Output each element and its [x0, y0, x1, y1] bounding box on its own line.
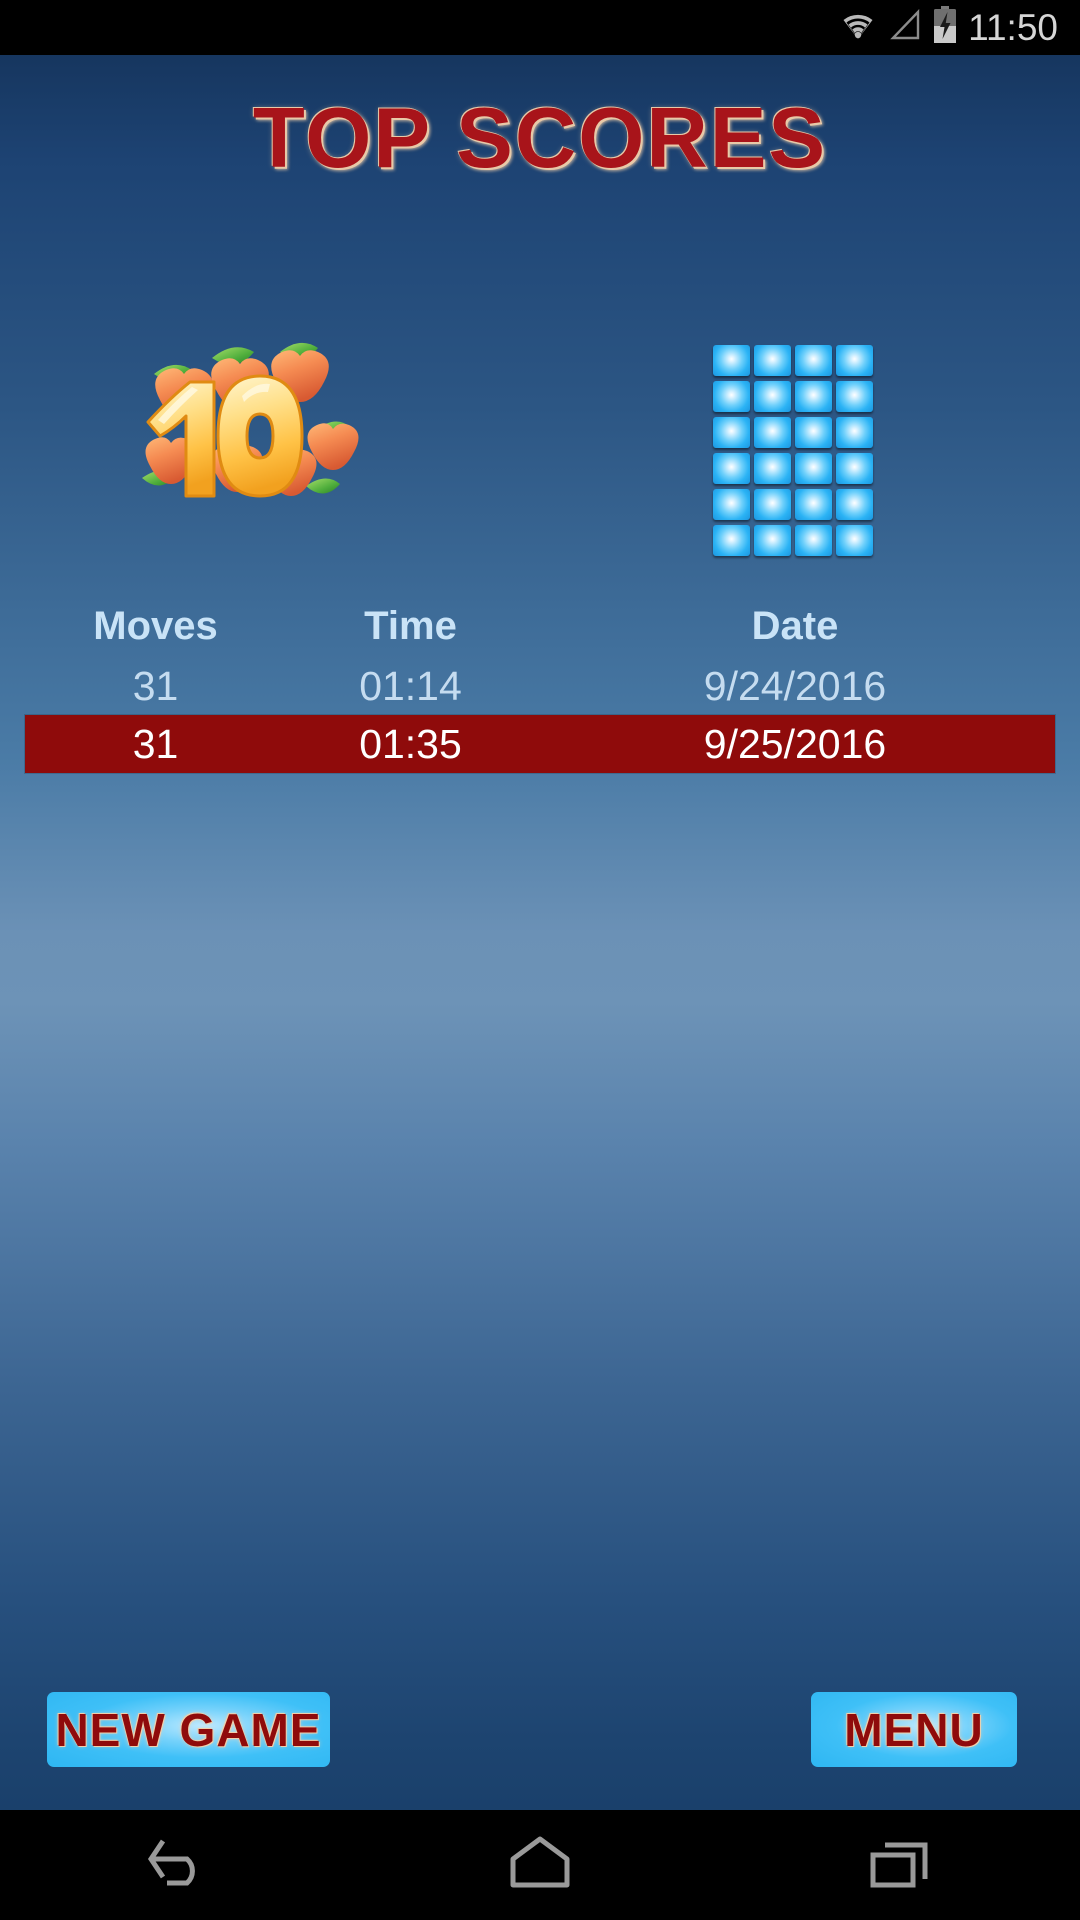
menu-button[interactable]: MENU: [811, 1692, 1017, 1767]
back-icon: [143, 1833, 217, 1898]
recents-icon: [863, 1833, 937, 1898]
page-title: TOP SCORES: [252, 91, 828, 186]
column-header-date: Date: [751, 603, 839, 648]
recents-button[interactable]: [810, 1810, 990, 1920]
table-row-highlighted[interactable]: 31 01:35 9/25/2016: [25, 715, 1055, 773]
home-icon: [503, 1833, 577, 1898]
cell-time: 01:14: [359, 662, 462, 709]
battery-charging-icon: [932, 6, 958, 49]
cell-time: 01:35: [359, 720, 462, 767]
grid-tile: [754, 345, 791, 376]
grid-tile: [754, 525, 791, 556]
grid-tile: [754, 417, 791, 448]
status-clock: 11:50: [968, 7, 1058, 48]
grid-tile: [836, 453, 873, 484]
device-screen: 11:50 TOP SCORES Moves Time Date 31 01:1…: [0, 0, 1080, 1920]
grid-tile: [713, 453, 750, 484]
grid-tile: [754, 489, 791, 520]
column-header-moves: Moves: [93, 603, 218, 648]
grid-tile: [836, 489, 873, 520]
cell-date: 9/24/2016: [703, 662, 887, 709]
status-bar: 11:50: [0, 0, 1080, 55]
grid-tile: [795, 345, 832, 376]
grid-tile: [713, 417, 750, 448]
app-content: TOP SCORES Moves Time Date 31 01:14 9/24…: [0, 55, 1080, 1810]
cell-moves: 31: [132, 662, 179, 709]
tile-grid-preview: [713, 345, 873, 558]
grid-tile: [713, 489, 750, 520]
grid-tile: [836, 417, 873, 448]
table-header-row: Moves Time Date: [0, 595, 1080, 657]
grid-tile: [836, 381, 873, 412]
scores-table: Moves Time Date 31 01:14 9/24/2016 31 01…: [0, 595, 1080, 773]
cell-date: 9/25/2016: [703, 720, 887, 767]
grid-tile: [795, 525, 832, 556]
grid-tile: [836, 525, 873, 556]
grid-tile: [713, 345, 750, 376]
wifi-icon: [838, 8, 878, 47]
home-button[interactable]: [450, 1810, 630, 1920]
cell-moves: 31: [132, 720, 179, 767]
new-game-button[interactable]: NEW GAME: [47, 1692, 330, 1767]
grid-tile: [754, 453, 791, 484]
back-button[interactable]: [90, 1810, 270, 1920]
column-header-time: Time: [364, 603, 457, 648]
grid-tile: [795, 489, 832, 520]
signal-icon: [888, 8, 922, 47]
grid-tile: [754, 381, 791, 412]
grid-tile: [836, 345, 873, 376]
grid-tile: [713, 525, 750, 556]
grid-tile: [795, 453, 832, 484]
grid-tile: [795, 381, 832, 412]
table-row[interactable]: 31 01:14 9/24/2016: [0, 657, 1080, 715]
level-10-apples-logo: [120, 310, 360, 510]
android-nav-bar: [0, 1810, 1080, 1920]
grid-tile: [795, 417, 832, 448]
grid-tile: [713, 381, 750, 412]
